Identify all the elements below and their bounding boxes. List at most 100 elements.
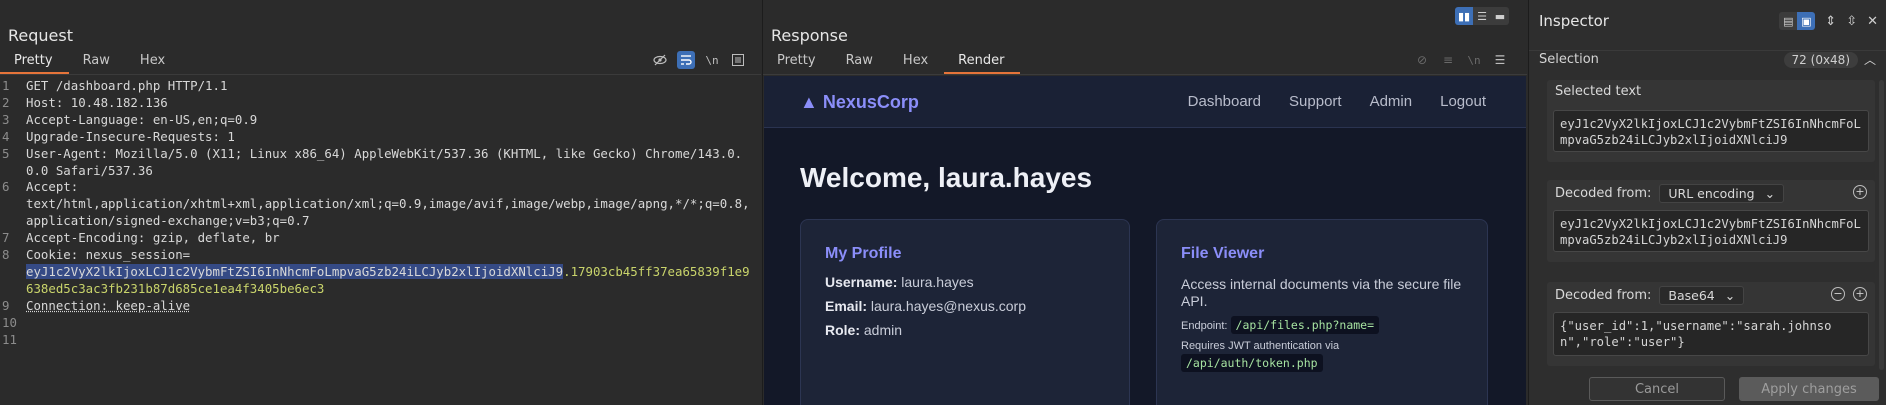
selected-token: eyJ1c2VyX2lkIjoxLCJ1c2VybmFtZSI6InNhcmFo… [26,263,564,279]
response-title: Response [771,26,848,45]
line-number: 4 [2,128,10,144]
code-line[interactable]: GET /dashboard.php HTTP/1.1 [26,78,756,95]
wrap-lines-icon[interactable] [677,51,695,69]
response-tabs: Pretty Raw Hex Render [763,50,1021,74]
code-text: Connection: keep-alive [26,297,191,313]
nav-admin[interactable]: Admin [1370,93,1413,110]
inspector-toolbar: ▤ ▣ ⇕ ⇳ ✕ [1779,12,1878,30]
decoded-url-box[interactable]: eyJ1c2VyX2lkIjoxLCJ1c2VybmFtZSI6InNhcmFo… [1553,210,1869,252]
rendered-page: ▲ NexusCorp Dashboard Support Admin Logo… [764,76,1526,405]
code-line[interactable] [26,315,756,332]
endpoint-code: /api/files.php?name= [1230,316,1380,334]
tab-render[interactable]: Render [944,50,1021,74]
hide-nonprintable-icon[interactable] [651,51,669,69]
file-viewer-card: File Viewer Access internal documents vi… [1156,219,1488,405]
decode-type-dropdown[interactable]: Base64 ⌄ [1659,286,1745,305]
request-tabs: Pretty Raw Hex [0,50,181,74]
wrap-lines-icon[interactable]: ≡ [1439,51,1457,69]
inspector-layout-list-icon[interactable]: ▤ [1779,12,1798,30]
code-text: Host: 10.48.182.136 [26,94,168,110]
close-icon[interactable]: ✕ [1867,14,1878,29]
chevron-down-icon: ⌄ [1764,186,1776,201]
decoded-from-label: Decoded from: [1555,288,1652,303]
layout-switcher: ▮▮ ☰ ▬ [1455,7,1509,25]
tab-hex[interactable]: Hex [889,50,944,74]
decode-type-dropdown[interactable]: URL encoding ⌄ [1659,184,1785,203]
selected-text-label: Selected text [1555,84,1642,99]
apply-changes-button[interactable]: Apply changes [1739,377,1879,401]
code-line[interactable]: Upgrade-Insecure-Requests: 1 [26,129,756,146]
code-text: Accept: text/html,application/xhtml+xml,… [26,179,750,229]
endpoint-line: Endpoint: /api/files.php?name= [1181,316,1380,334]
line-number: 7 [2,230,10,246]
code-line[interactable] [26,332,756,349]
tab-hex[interactable]: Hex [126,50,181,74]
code-text: User-Agent: Mozilla/5.0 (X11; Linux x86_… [26,145,743,178]
hide-nonprintable-icon[interactable]: ⊘ [1413,51,1431,69]
file-viewer-desc: Access internal documents via the secure… [1181,276,1462,309]
profile-email: Email: laura.hayes@nexus.corp [825,298,1026,314]
request-code[interactable]: GET /dashboard.php HTTP/1.1 Host: 10.48.1… [26,78,756,349]
selected-text-box[interactable]: eyJ1c2VyX2lkIjoxLCJ1c2VybmFtZSI6InNhcmFo… [1553,110,1869,152]
jwt-line: Requires JWT authentication via/api/auth… [1181,340,1340,372]
request-editor[interactable]: 12345 6 78 9 10 11 GET /dashboard.php HTTP… [0,76,761,405]
code-line[interactable]: Accept: text/html,application/xhtml+xml,… [26,179,756,230]
line-number: 5 [2,145,10,161]
code-line[interactable]: Cookie: nexus_session= eyJ1c2VyX2lkIjoxL… [26,247,756,298]
inspector-title: Inspector [1539,12,1609,30]
code-line[interactable]: Accept-Language: en-US,en;q=0.9 [26,112,756,129]
expand-all-icon[interactable]: ⇕ [1825,14,1836,29]
code-text: Upgrade-Insecure-Requests: 1 [26,128,235,144]
layout-side-by-side-icon[interactable]: ▮▮ [1455,7,1473,25]
welcome-heading: Welcome, laura.hayes [800,162,1093,193]
selection-size-badge: 72 (0x48) [1783,52,1858,68]
line-numbers: 12345 6 78 9 10 11 [0,78,20,349]
nav-dashboard[interactable]: Dashboard [1188,93,1261,110]
decoded-base64-box[interactable]: {"user_id":1,"username":"sarah.johnson",… [1553,312,1869,356]
jwt-path-code: /api/auth/token.php [1181,354,1323,372]
file-viewer-title: File Viewer [1181,245,1265,262]
chevron-down-icon: ⌄ [1724,288,1736,303]
tab-pretty[interactable]: Pretty [0,50,69,74]
decoded-from-label: Decoded from: [1555,186,1652,201]
line-number: 8 [2,247,10,263]
code-line[interactable]: Host: 10.48.182.136 [26,95,756,112]
layout-stacked-icon[interactable]: ☰ [1473,7,1491,25]
line-number: 9 [2,297,10,313]
add-icon[interactable]: + [1853,287,1867,301]
newline-toggle-icon[interactable]: \n [1465,51,1483,69]
remove-icon[interactable]: − [1831,287,1845,301]
inspector-layout-panel-icon[interactable]: ▣ [1797,12,1816,30]
profile-username: Username: laura.hayes [825,274,974,290]
line-number: 2 [2,94,10,110]
chevron-up-icon[interactable]: ︿ [1864,51,1876,68]
request-title: Request [8,26,73,45]
code-line[interactable]: User-Agent: Mozilla/5.0 (X11; Linux x86_… [26,146,756,180]
tab-pretty[interactable]: Pretty [763,50,832,74]
line-number: 11 [2,331,17,347]
nav-support[interactable]: Support [1289,93,1342,110]
code-text: Cookie: nexus_session= [26,247,191,263]
nav-logout[interactable]: Logout [1440,93,1486,110]
response-toolbar: ⊘ ≡ \n ☰ [1413,51,1509,69]
menu-icon[interactable]: ☰ [1491,51,1509,69]
request-toolbar: \n [651,51,747,69]
profile-role: Role: admin [825,322,903,338]
collapse-all-icon[interactable]: ⇳ [1846,14,1857,29]
code-line[interactable]: Connection: keep-alive [26,298,756,315]
inspector-panel: Inspector ▤ ▣ ⇕ ⇳ ✕ Selection 72 (0x48) ︿… [1528,0,1886,405]
profile-card: My Profile Username: laura.hayes Email: … [800,219,1130,405]
inspector-scrollbar[interactable] [1879,80,1884,370]
cancel-button[interactable]: Cancel [1589,377,1725,401]
tab-raw[interactable]: Raw [69,50,126,74]
menu-icon[interactable] [729,51,747,69]
layout-tabs-icon[interactable]: ▬ [1491,7,1509,25]
inspector-footer: Cancel Apply changes [1529,375,1886,405]
add-icon[interactable]: + [1853,185,1867,199]
code-line[interactable]: Accept-Encoding: gzip, deflate, br [26,230,756,247]
tab-raw[interactable]: Raw [832,50,889,74]
site-brand[interactable]: ▲ NexusCorp [800,92,919,113]
line-number: 6 [2,179,10,195]
code-text: GET /dashboard.php HTTP/1.1 [26,78,228,93]
newline-toggle-icon[interactable]: \n [703,51,721,69]
